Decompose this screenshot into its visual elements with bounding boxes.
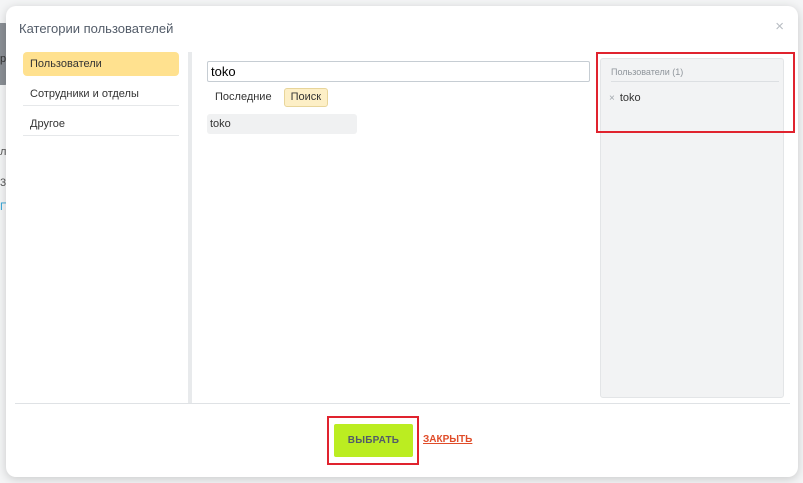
remove-icon[interactable]: × <box>609 93 615 104</box>
category-nav: Пользователи Сотрудники и отделы Другое <box>23 52 179 142</box>
nav-item-employees-departments[interactable]: Сотрудники и отделы <box>23 82 179 106</box>
selected-panel: Пользователи (1) × toko <box>600 58 784 398</box>
search-input[interactable] <box>207 61 590 82</box>
user-categories-dialog: Категории пользователей × Пользователи С… <box>6 6 798 477</box>
close-link[interactable]: ЗАКРЫТЬ <box>423 434 472 445</box>
search-tabs: Последние Поиск <box>209 88 329 107</box>
selected-item: × toko <box>609 92 641 104</box>
footer-divider <box>15 403 790 404</box>
search-result-item[interactable]: toko <box>207 114 357 134</box>
tab-search[interactable]: Поиск <box>283 88 329 107</box>
nav-item-users[interactable]: Пользователи <box>23 52 179 76</box>
tab-recent[interactable]: Последние <box>209 88 278 107</box>
dialog-title: Категории пользователей <box>19 21 174 36</box>
selected-header: Пользователи (1) <box>611 67 779 82</box>
selected-item-label: toko <box>619 92 641 104</box>
close-icon[interactable]: × <box>775 19 784 34</box>
column-divider <box>188 52 192 404</box>
select-button[interactable]: ВЫБРАТЬ <box>334 424 413 457</box>
nav-item-other[interactable]: Другое <box>23 112 179 136</box>
